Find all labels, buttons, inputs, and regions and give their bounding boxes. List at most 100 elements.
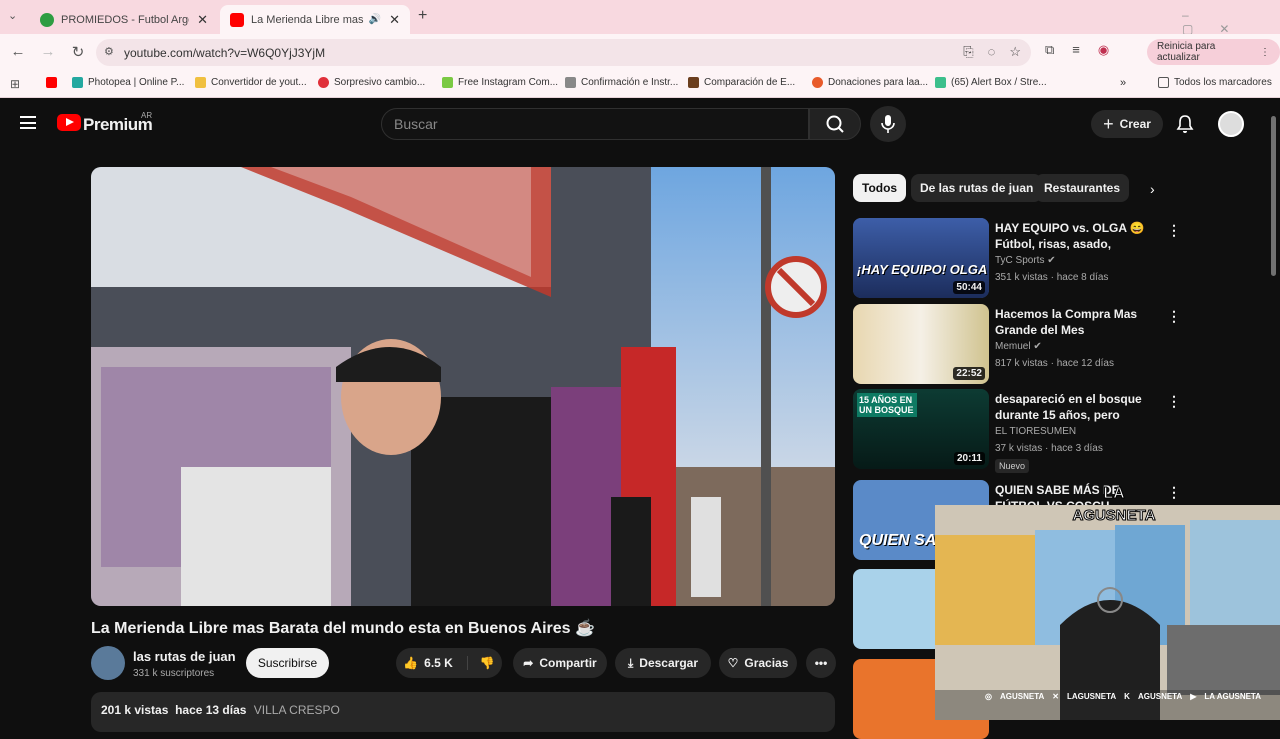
recommendation-meta: 37 k vistas · hace 3 días [995, 443, 1103, 454]
bookmark-item[interactable]: Free Instagram Com... [442, 77, 558, 88]
youtube-icon [230, 12, 244, 27]
window-controls[interactable]: –▢✕ [1182, 8, 1280, 36]
soccer-ball-icon [40, 12, 54, 27]
media-controls-icon[interactable]: ≡ [1072, 42, 1080, 58]
more-options-icon[interactable]: ⋮ [1167, 308, 1181, 325]
bookmark-item[interactable]: Confirmación e Instr... [565, 77, 678, 88]
tab-search-icon[interactable]: ⌄ [8, 9, 17, 22]
apps-grid-icon[interactable]: ⊞ [10, 77, 20, 91]
more-bookmarks-icon[interactable]: » [1120, 77, 1126, 89]
chip-de-las-rutas[interactable]: De las rutas de juan [911, 174, 1043, 202]
recommendation-meta: 817 k vistas · hace 12 días [995, 358, 1114, 369]
verified-icon: ✔ [1033, 341, 1042, 352]
menu-dots-icon[interactable]: ⋮ [1260, 47, 1270, 58]
page-scrollbar[interactable] [1271, 116, 1276, 276]
la-agusneta-logo: LA AGUSNETA [1072, 485, 1156, 525]
thanks-button[interactable]: ♡ Gracias [719, 648, 797, 678]
recommendation-meta: 351 k vistas · hace 8 días [995, 272, 1109, 283]
close-icon[interactable]: ✕ [197, 12, 208, 28]
forward-button[interactable]: → [33, 43, 63, 61]
recommendation-channel: TyC Sports ✔ [995, 255, 1056, 266]
bookmark-item[interactable]: Photopea | Online P... [72, 77, 184, 88]
more-options-icon[interactable]: ⋮ [1167, 222, 1181, 239]
location-tag[interactable]: VILLA CRESPO [254, 703, 340, 717]
video-player[interactable] [91, 167, 835, 606]
svg-text:LA: LA [1103, 485, 1125, 502]
folder-icon [1158, 77, 1169, 88]
microphone-icon [881, 115, 895, 133]
youtube-icon [46, 77, 57, 88]
subscriber-count: 331 k suscriptores [133, 668, 215, 679]
plus-icon: + [1103, 113, 1114, 134]
description-box[interactable]: 201 k vistas hace 13 días VILLA CRESPO [91, 692, 835, 732]
thumbnail-caption: 15 AÑOS EN UN BOSQUE [857, 393, 917, 417]
donations-icon [812, 77, 823, 88]
bookmark-item[interactable]: Convertidor de yout... [195, 77, 307, 88]
more-options-icon[interactable]: ⋮ [1167, 393, 1181, 410]
thumbs-up-icon: 👍 [403, 656, 419, 670]
chevron-right-icon[interactable]: › [1150, 181, 1155, 197]
x-icon: ✕ [1052, 692, 1059, 701]
reload-button[interactable]: ↻ [63, 43, 93, 61]
browser-tab-strip: ⌄ PROMIEDOS - Futbol Argentino ✕ La Meri… [0, 0, 1280, 36]
more-options-icon[interactable]: ⋮ [1167, 484, 1181, 501]
search-input[interactable]: Buscar [381, 108, 809, 140]
close-icon[interactable]: ✕ [389, 12, 400, 28]
news-icon [318, 77, 329, 88]
bookmark-item[interactable]: Comparación de E... [688, 77, 795, 88]
subscribe-button[interactable]: Suscribirse [246, 648, 329, 678]
tab-promiedos[interactable]: PROMIEDOS - Futbol Argentino ✕ [30, 5, 218, 34]
instagram-icon: ◎ [985, 692, 992, 701]
share-icon: ➦ [523, 656, 534, 670]
page-icon [688, 77, 699, 88]
video-thumbnail[interactable]: ¡HAY EQUIPO! OLGA 50:44 [853, 218, 989, 298]
site-info-icon[interactable]: ⚙ [104, 45, 114, 58]
star-icon[interactable]: ☆ [1009, 44, 1021, 60]
bookmarks-bar: ⊞ Photopea | Online P... Convertidor de … [0, 70, 1280, 98]
tab-youtube[interactable]: La Merienda Libre mas Barata 🔊 ✕ [220, 5, 410, 34]
super-thanks-icon: ♡ [727, 656, 739, 670]
bookmark-item[interactable]: Sorpresivo cambio... [318, 77, 425, 88]
search-icon [826, 115, 844, 133]
account-avatar[interactable] [1218, 111, 1244, 137]
video-thumbnail[interactable]: 22:52 [853, 304, 989, 384]
more-actions-button[interactable]: ••• [806, 648, 836, 678]
speaker-icon[interactable]: 🔊 [369, 14, 381, 25]
youtube-icon: ▶ [1190, 692, 1197, 701]
chip-restaurantes[interactable]: Restaurantes [1035, 174, 1130, 202]
all-bookmarks-folder[interactable]: Todos los marcadores [1158, 77, 1272, 88]
voice-search-button[interactable] [870, 106, 906, 142]
create-button[interactable]: + Crear [1091, 110, 1163, 138]
video-thumbnail[interactable]: 15 AÑOS EN UN BOSQUE 20:11 [853, 389, 989, 469]
svg-text:AGUSNETA: AGUSNETA [1072, 507, 1155, 524]
address-bar[interactable]: ⚙ youtube.com/watch?v=W6Q0YjJ3YjM ⎘ ◌ ☆ [96, 39, 1031, 66]
link-icon [565, 77, 576, 88]
install-icon[interactable]: ⎘ [963, 44, 973, 60]
like-button[interactable]: 👍 6.5 K [403, 656, 468, 670]
like-dislike-group: 👍 6.5 K 👎 [396, 648, 502, 678]
menu-icon[interactable] [20, 116, 36, 129]
new-tab-button[interactable]: + [418, 7, 427, 25]
bookmark-youtube[interactable] [46, 77, 62, 88]
bookmark-item[interactable]: (65) Alert Box / Stre... [935, 77, 1047, 88]
update-button[interactable]: Reinicia para actualizar ⋮ [1147, 39, 1280, 65]
dislike-button[interactable]: 👎 [480, 656, 495, 670]
profile-icon[interactable]: ◉ [1098, 42, 1109, 58]
extensions-icon[interactable]: ⧉ [1045, 42, 1054, 58]
share-button[interactable]: ➦ Compartir [513, 648, 607, 678]
back-button[interactable]: ← [3, 43, 33, 61]
notifications-button[interactable] [1175, 114, 1195, 139]
chip-todos[interactable]: Todos [853, 174, 907, 202]
video-frame-street-scene [91, 167, 835, 606]
bookmark-item[interactable]: Donaciones para laa... [812, 77, 928, 88]
channel-name[interactable]: las rutas de juan [133, 649, 236, 664]
youtube-logo-icon[interactable] [57, 114, 81, 131]
bell-icon [1176, 115, 1194, 133]
recommendation-channel: EL TIORESUMEN [995, 426, 1077, 437]
video-title: La Merienda Libre mas Barata del mundo e… [91, 620, 595, 637]
channel-avatar[interactable] [91, 646, 125, 680]
eye-off-icon[interactable]: ◌ [988, 44, 996, 60]
thumbnail-caption: ¡HAY EQUIPO! OLGA [857, 262, 988, 277]
search-button[interactable] [809, 108, 861, 140]
download-button[interactable]: ⤓ Descargar [615, 648, 711, 678]
